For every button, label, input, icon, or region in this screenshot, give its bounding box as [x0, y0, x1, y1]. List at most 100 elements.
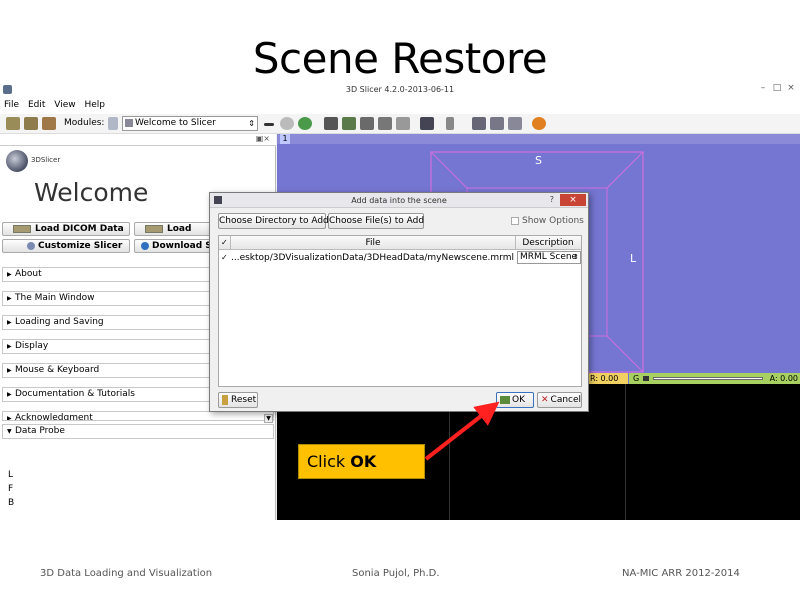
menu-view[interactable]: View [54, 100, 75, 110]
green-slice-value: A: 0.00 [769, 374, 798, 383]
data-probe-section[interactable]: ▼ Data Probe [2, 424, 274, 439]
load-dicom-button[interactable]: Load DICOM Data [2, 222, 130, 236]
green-slice-bar[interactable]: G A: 0.00 [629, 373, 800, 384]
file-table-header: ✓ File Description [219, 236, 581, 250]
window-titlebar: 3D Slicer 4.2.0-2013-06-11 – □ × [0, 82, 800, 98]
probe-letter-l: L [8, 470, 14, 480]
header-file[interactable]: File [233, 238, 513, 248]
row-checkbox[interactable]: ✓ [221, 253, 228, 262]
module-history-icon[interactable] [264, 123, 274, 126]
main-toolbar: Modules: Welcome to Slicer ⇕ [0, 114, 800, 134]
row-description-select[interactable]: MRML Scene ⇕ [517, 251, 581, 264]
transforms-icon[interactable] [360, 117, 374, 130]
layout-icon[interactable] [420, 117, 434, 130]
expand-arrow-icon: ▶ [7, 391, 12, 398]
section-label: Documentation & Tutorials [15, 389, 135, 399]
click-ok-callout: Click OK [298, 444, 425, 479]
modules-label: Modules: [64, 118, 105, 128]
footer-left: 3D Data Loading and Visualization [40, 568, 213, 579]
load-dicom-label: Load DICOM Data [35, 224, 124, 234]
checkbox-icon [511, 216, 519, 225]
cancel-label: Cancel [550, 395, 582, 405]
modules-select-value: Welcome to Slicer [135, 118, 216, 128]
callout-prefix: Click [307, 452, 351, 471]
cancel-button[interactable]: ✕ Cancel [537, 392, 582, 408]
callout-bold: OK [350, 452, 377, 471]
ok-button[interactable]: OK [496, 392, 534, 408]
green-slice-slider[interactable] [653, 377, 763, 380]
show-options-checkbox[interactable]: Show Options [511, 216, 584, 226]
load-data-icon[interactable] [6, 117, 20, 130]
data-probe-label: Data Probe [15, 426, 65, 436]
scroll-down-icon[interactable]: ▼ [264, 414, 273, 423]
close-window-button[interactable]: × [784, 83, 798, 93]
row-file-path: ...esktop/3DVisualizationData/3DHeadData… [231, 253, 514, 263]
ruler-icon[interactable] [508, 117, 522, 130]
menu-file[interactable]: File [4, 100, 19, 110]
volumes-icon[interactable] [378, 117, 392, 130]
download-icon [141, 241, 149, 250]
back-arrow-icon[interactable] [280, 117, 294, 130]
logo-text: 3DSlicer [31, 156, 61, 164]
slide: Scene Restore 3D Slicer 4.2.0-2013-06-11… [0, 0, 800, 600]
header-check[interactable]: ✓ [221, 238, 229, 247]
save-icon[interactable] [42, 117, 56, 130]
expand-arrow-icon: ▶ [7, 295, 12, 302]
module-panel-header: ▣× [0, 134, 276, 146]
expand-arrow-icon: ▶ [7, 343, 12, 350]
3d-cube-icon[interactable] [324, 117, 338, 130]
choose-directory-button[interactable]: Choose Directory to Add [218, 213, 329, 229]
red-slice-bar[interactable]: R: 0.00 [586, 373, 628, 384]
table-row[interactable]: ✓ ...esktop/3DVisualizationData/3DHeadDa… [219, 251, 581, 265]
reset-button[interactable]: Reset [218, 392, 258, 408]
download-label: Download Sa [152, 241, 218, 251]
show-options-label: Show Options [522, 216, 584, 226]
orientation-label-l: L [630, 252, 637, 265]
cancel-x-icon: ✕ [541, 395, 549, 405]
file-table: ✓ File Description ✓ ...esktop/3DVisuali… [218, 235, 582, 387]
probe-letter-b: B [8, 498, 15, 508]
module-search-icon[interactable] [108, 117, 118, 130]
ok-check-icon [500, 395, 510, 404]
load-dicom-icon[interactable] [24, 117, 38, 130]
probe-letter-f: F [8, 484, 14, 494]
chevron-down-icon: ⇕ [573, 253, 579, 261]
slice-divider [625, 384, 626, 520]
panel-close-icon[interactable]: ▣× [256, 134, 270, 143]
slide-title: Scene Restore [252, 34, 548, 83]
screenshot-icon[interactable] [472, 117, 486, 130]
column-divider [515, 236, 516, 250]
editor-icon[interactable] [396, 117, 410, 130]
section-acknowledgment[interactable]: ▶ Acknowledgment [2, 411, 274, 421]
fiducial-icon[interactable] [532, 117, 546, 130]
red-slice-value: R: 0.00 [590, 374, 619, 383]
dialog-title: Add data into the scene [351, 196, 447, 205]
header-description[interactable]: Description [517, 238, 579, 248]
orientation-label-s: S [535, 154, 542, 167]
section-label: Display [15, 341, 49, 351]
row-description-value: MRML Scene [520, 252, 578, 262]
expand-arrow-icon: ▶ [7, 319, 12, 326]
pin-icon[interactable] [643, 376, 649, 381]
menu-edit[interactable]: Edit [28, 100, 45, 110]
minimize-button[interactable]: – [756, 83, 770, 93]
modules-select[interactable]: Welcome to Slicer ⇕ [122, 116, 258, 131]
models-icon[interactable] [342, 117, 356, 130]
choose-files-button[interactable]: Choose File(s) to Add [328, 213, 424, 229]
dialog-close-button[interactable]: × [560, 194, 586, 206]
section-label: Mouse & Keyboard [15, 365, 100, 375]
menu-help[interactable]: Help [84, 100, 105, 110]
forward-arrow-icon[interactable] [298, 117, 312, 130]
maximize-button[interactable]: □ [770, 83, 784, 93]
collapse-arrow-icon: ▼ [7, 428, 12, 435]
slicer-logo-icon [6, 150, 28, 172]
section-label: Loading and Saving [15, 317, 104, 327]
module-icon [125, 119, 133, 127]
dicom-icon [13, 224, 31, 233]
add-data-dialog: Add data into the scene ? × Choose Direc… [209, 192, 589, 412]
customize-slicer-button[interactable]: Customize Slicer [2, 239, 130, 253]
crosshair-select-icon[interactable] [446, 117, 454, 130]
help-icon[interactable]: ? [550, 195, 554, 204]
scene-view-icon[interactable] [490, 117, 504, 130]
ok-label: OK [512, 395, 525, 405]
